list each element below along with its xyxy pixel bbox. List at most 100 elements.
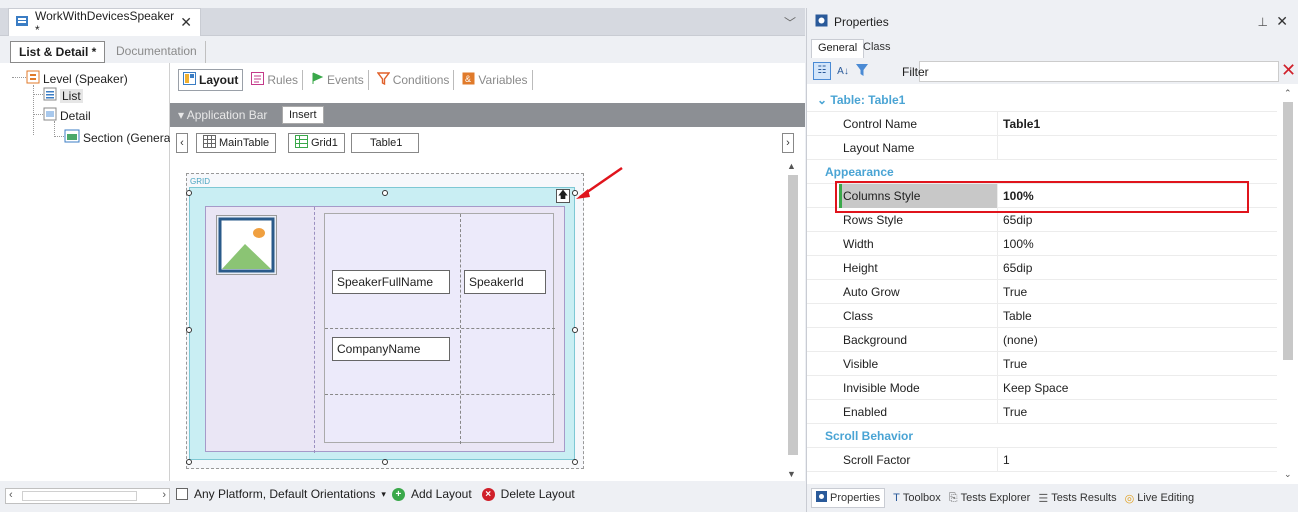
property-row[interactable]: Control Name Table1 bbox=[807, 112, 1277, 136]
property-row[interactable]: Layout Name bbox=[807, 136, 1277, 160]
property-value[interactable]: True bbox=[1003, 285, 1027, 299]
tab-tests-results[interactable]: ☰ Tests Results bbox=[1038, 492, 1116, 505]
pin-icon[interactable]: ⊥ bbox=[1258, 15, 1268, 29]
tab-list-detail[interactable]: List & Detail * bbox=[10, 41, 106, 63]
scroll-right-icon[interactable]: › bbox=[162, 489, 166, 501]
tab-class[interactable]: Class bbox=[857, 39, 897, 58]
resize-handle[interactable] bbox=[186, 190, 192, 196]
document-tab-title: WorkWithDevicesSpeaker * bbox=[35, 8, 175, 37]
property-row[interactable]: Enabled True bbox=[807, 400, 1277, 424]
speaker-image-control[interactable] bbox=[216, 215, 277, 275]
property-value[interactable]: (none) bbox=[1003, 333, 1038, 347]
variables-button[interactable]: & Variables bbox=[458, 70, 533, 90]
breadcrumb-right-arrow-icon[interactable]: › bbox=[782, 133, 794, 153]
resize-handle[interactable] bbox=[572, 459, 578, 465]
designer-vertical-scrollbar[interactable]: ▲ ▼ bbox=[786, 161, 800, 479]
add-layout-button[interactable]: Add Layout bbox=[411, 487, 472, 501]
property-value[interactable]: Table1 bbox=[1003, 117, 1040, 131]
categorized-icon[interactable]: ☷ bbox=[813, 62, 831, 80]
conditions-button[interactable]: Conditions bbox=[373, 70, 455, 90]
property-name: Height bbox=[843, 261, 878, 275]
property-row[interactable]: Background (none) bbox=[807, 328, 1277, 352]
property-row[interactable]: Auto Grow True bbox=[807, 280, 1277, 304]
property-row[interactable]: Class Table bbox=[807, 304, 1277, 328]
platform-selector[interactable]: Any Platform, Default Orientations bbox=[194, 487, 375, 501]
tab-list-dropdown-icon[interactable]: ﹀ bbox=[784, 14, 796, 31]
insert-button[interactable]: Insert bbox=[282, 106, 324, 124]
scroll-thumb[interactable] bbox=[22, 491, 137, 501]
speaker-id-field[interactable]: SpeakerId bbox=[464, 270, 546, 294]
company-name-field[interactable]: CompanyName bbox=[332, 337, 450, 361]
close-icon[interactable]: ✕ bbox=[1276, 13, 1288, 30]
layout-designer: Layout Rules Events Conditions & Variabl… bbox=[170, 63, 805, 481]
property-value[interactable]: 65dip bbox=[1003, 261, 1032, 275]
property-section-header[interactable]: Scroll Behavior bbox=[807, 424, 1277, 448]
speaker-info-table[interactable] bbox=[324, 213, 555, 444]
resize-handle[interactable] bbox=[186, 327, 192, 333]
breadcrumb-left-arrow-icon[interactable]: ‹ bbox=[176, 133, 188, 153]
property-row[interactable]: Width 100% bbox=[807, 232, 1277, 256]
breadcrumb-maintable[interactable]: MainTable bbox=[196, 133, 277, 153]
property-row[interactable]: Height 65dip bbox=[807, 256, 1277, 280]
resize-handle[interactable] bbox=[382, 190, 388, 196]
svg-text:&: & bbox=[465, 74, 471, 84]
scroll-left-icon[interactable]: ‹ bbox=[9, 489, 13, 501]
tab-tests-explorer[interactable]: ⎘ Tests Explorer bbox=[949, 492, 1031, 505]
chevron-down-icon[interactable]: ▾ bbox=[381, 489, 386, 500]
resize-handle[interactable] bbox=[186, 459, 192, 465]
property-row[interactable]: Invisible Mode Keep Space bbox=[807, 376, 1277, 400]
layout-button[interactable]: Layout bbox=[178, 69, 244, 91]
scroll-up-icon[interactable]: ▲ bbox=[787, 161, 796, 171]
property-value[interactable]: 65dip bbox=[1003, 213, 1032, 227]
breadcrumb-grid1[interactable]: Grid1 bbox=[288, 133, 345, 153]
section-title: Appearance bbox=[825, 165, 894, 179]
filter-icon[interactable] bbox=[855, 63, 869, 80]
scroll-thumb[interactable] bbox=[1283, 102, 1293, 360]
tab-documentation[interactable]: Documentation bbox=[108, 41, 206, 63]
column-divider bbox=[997, 232, 998, 256]
property-value[interactable]: Table bbox=[1003, 309, 1032, 323]
column-divider bbox=[997, 280, 998, 304]
scroll-down-icon[interactable]: ⌄ bbox=[1284, 469, 1292, 480]
events-button[interactable]: Events bbox=[307, 70, 369, 90]
application-bar[interactable]: ▾ Application Bar Insert bbox=[170, 103, 805, 127]
property-value[interactable]: True bbox=[1003, 357, 1027, 371]
document-tab[interactable]: WorkWithDevicesSpeaker * ✕ bbox=[8, 8, 201, 37]
properties-vertical-scrollbar[interactable]: ⌃ ⌄ bbox=[1279, 88, 1297, 480]
platform-checkbox[interactable] bbox=[176, 488, 188, 500]
tree-node-list[interactable]: List bbox=[43, 87, 83, 104]
tree-connector bbox=[33, 114, 43, 115]
select-parent-arrow-icon[interactable]: 🡅 bbox=[556, 189, 570, 203]
application-bar-label[interactable]: ▾ Application Bar bbox=[178, 108, 267, 122]
rules-button[interactable]: Rules bbox=[247, 70, 304, 90]
resize-handle[interactable] bbox=[572, 327, 578, 333]
property-row[interactable]: Scroll Factor 1 bbox=[807, 448, 1277, 472]
tab-live-editing[interactable]: ◎ Live Editing bbox=[1125, 492, 1194, 505]
tree-node-detail[interactable]: Detail bbox=[43, 107, 91, 124]
property-section-header[interactable]: ⌄ Table: Table1 bbox=[807, 88, 1277, 112]
tab-toolbox[interactable]: T Toolbox bbox=[893, 492, 941, 504]
tree-horizontal-scrollbar[interactable]: ‹ › bbox=[5, 488, 170, 504]
close-tab-icon[interactable]: ✕ bbox=[180, 14, 192, 31]
property-value[interactable]: Keep Space bbox=[1003, 381, 1068, 395]
sort-alphabetical-icon[interactable]: A↓ bbox=[835, 66, 851, 77]
scroll-thumb[interactable] bbox=[788, 175, 798, 455]
property-value[interactable]: 100% bbox=[1003, 237, 1034, 251]
tab-properties[interactable]: Properties bbox=[811, 488, 886, 508]
resize-handle[interactable] bbox=[382, 459, 388, 465]
column-divider bbox=[997, 448, 998, 472]
property-row[interactable]: Visible True bbox=[807, 352, 1277, 376]
filter-input[interactable]: Filter bbox=[902, 61, 1279, 82]
breadcrumb-table1[interactable]: Table1 bbox=[351, 133, 419, 153]
tree-node-section[interactable]: Section (Genera bbox=[64, 129, 170, 146]
property-value[interactable]: 1 bbox=[1003, 453, 1010, 467]
properties-tabs: General Class bbox=[807, 36, 1298, 58]
scroll-up-icon[interactable]: ⌃ bbox=[1284, 88, 1292, 99]
property-value[interactable]: True bbox=[1003, 405, 1027, 419]
tree-node-level[interactable]: Level (Speaker) bbox=[26, 70, 128, 87]
clear-filter-icon[interactable]: ✕ bbox=[1281, 60, 1296, 81]
scroll-down-icon[interactable]: ▼ bbox=[787, 469, 796, 479]
speaker-full-name-field[interactable]: SpeakerFullName bbox=[332, 270, 450, 294]
column-divider bbox=[997, 112, 998, 136]
delete-layout-button[interactable]: Delete Layout bbox=[501, 487, 575, 501]
